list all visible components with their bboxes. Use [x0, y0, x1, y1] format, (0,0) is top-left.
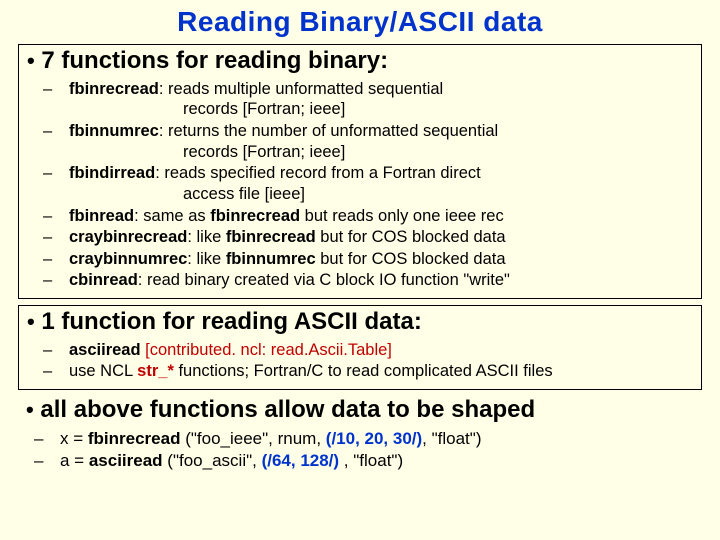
- bullet-icon: •: [27, 48, 35, 73]
- list-item: –fbinread: same as fbinrecread but reads…: [57, 206, 693, 227]
- section-ascii-heading: • 1 function for reading ASCII data:: [27, 308, 693, 337]
- section-binary: • 7 functions for reading binary: –fbinr…: [18, 44, 702, 299]
- bullet-icon: •: [27, 309, 35, 334]
- heading-text: 7 functions for reading binary:: [41, 47, 388, 74]
- list-item: –craybinnumrec: like fbinnumrec but for …: [57, 249, 693, 270]
- list-item: –a = asciiread ("foo_ascii", (/64, 128/)…: [48, 450, 702, 471]
- section-shaped-heading: • all above functions allow data to be s…: [18, 396, 702, 425]
- list-item: –x = fbinrecread ("foo_ieee", rnum, (/10…: [48, 428, 702, 449]
- section-binary-heading: • 7 functions for reading binary:: [27, 47, 693, 76]
- section-shaped: • all above functions allow data to be s…: [18, 396, 702, 471]
- list-item: –cbinread: read binary created via C blo…: [57, 270, 693, 291]
- list-item: –use NCL str_* functions; Fortran/C to r…: [57, 361, 693, 382]
- section-ascii: • 1 function for reading ASCII data: –as…: [18, 305, 702, 390]
- heading-text: 1 function for reading ASCII data:: [41, 308, 421, 335]
- bullet-icon: •: [26, 397, 34, 422]
- list-item: –asciiread [contributed. ncl: read.Ascii…: [57, 340, 693, 361]
- list-item: –craybinrecread: like fbinrecread but fo…: [57, 227, 693, 248]
- list-item: –fbinrecread: reads multiple unformatted…: [57, 79, 693, 120]
- heading-text: all above functions allow data to be sha…: [40, 396, 535, 423]
- list-item: –fbindirread: reads specified record fro…: [57, 163, 693, 204]
- slide-title: Reading Binary/ASCII data: [18, 6, 702, 38]
- list-item: –fbinnumrec: returns the number of unfor…: [57, 121, 693, 162]
